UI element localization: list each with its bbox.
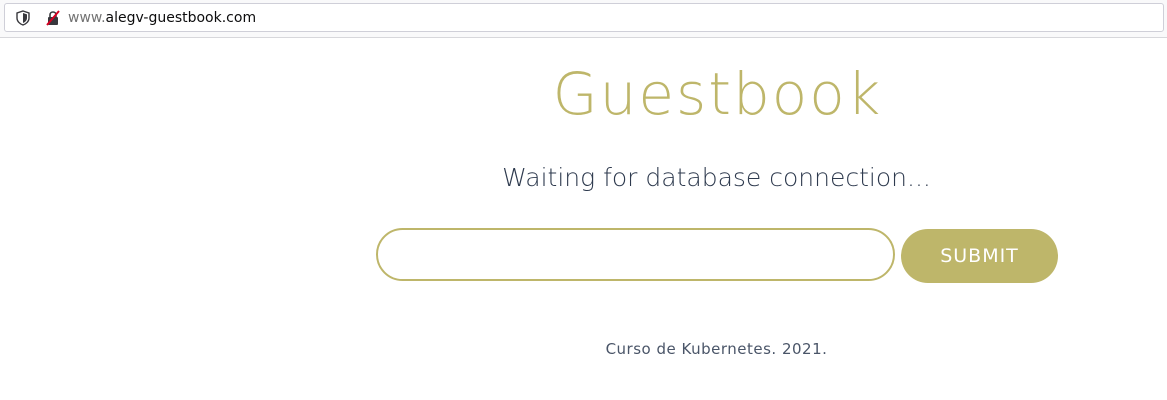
footer-text: Curso de Kubernetes. 2021. bbox=[605, 340, 828, 358]
url-prefix: www. bbox=[68, 10, 106, 26]
submit-button[interactable]: SUBMIT bbox=[901, 229, 1058, 283]
shield-icon[interactable] bbox=[16, 10, 30, 26]
page-title: Guestbook bbox=[552, 60, 883, 128]
guestbook-entry-input[interactable] bbox=[376, 228, 895, 281]
url-text[interactable]: www.alegv-guestbook.com bbox=[68, 10, 256, 26]
address-bar[interactable]: www.alegv-guestbook.com bbox=[4, 3, 1164, 32]
browser-toolbar: www.alegv-guestbook.com bbox=[0, 0, 1167, 38]
status-message: Waiting for database connection... bbox=[502, 163, 931, 192]
insecure-lock-icon[interactable] bbox=[45, 10, 61, 26]
url-host: alegv-guestbook.com bbox=[105, 10, 257, 26]
